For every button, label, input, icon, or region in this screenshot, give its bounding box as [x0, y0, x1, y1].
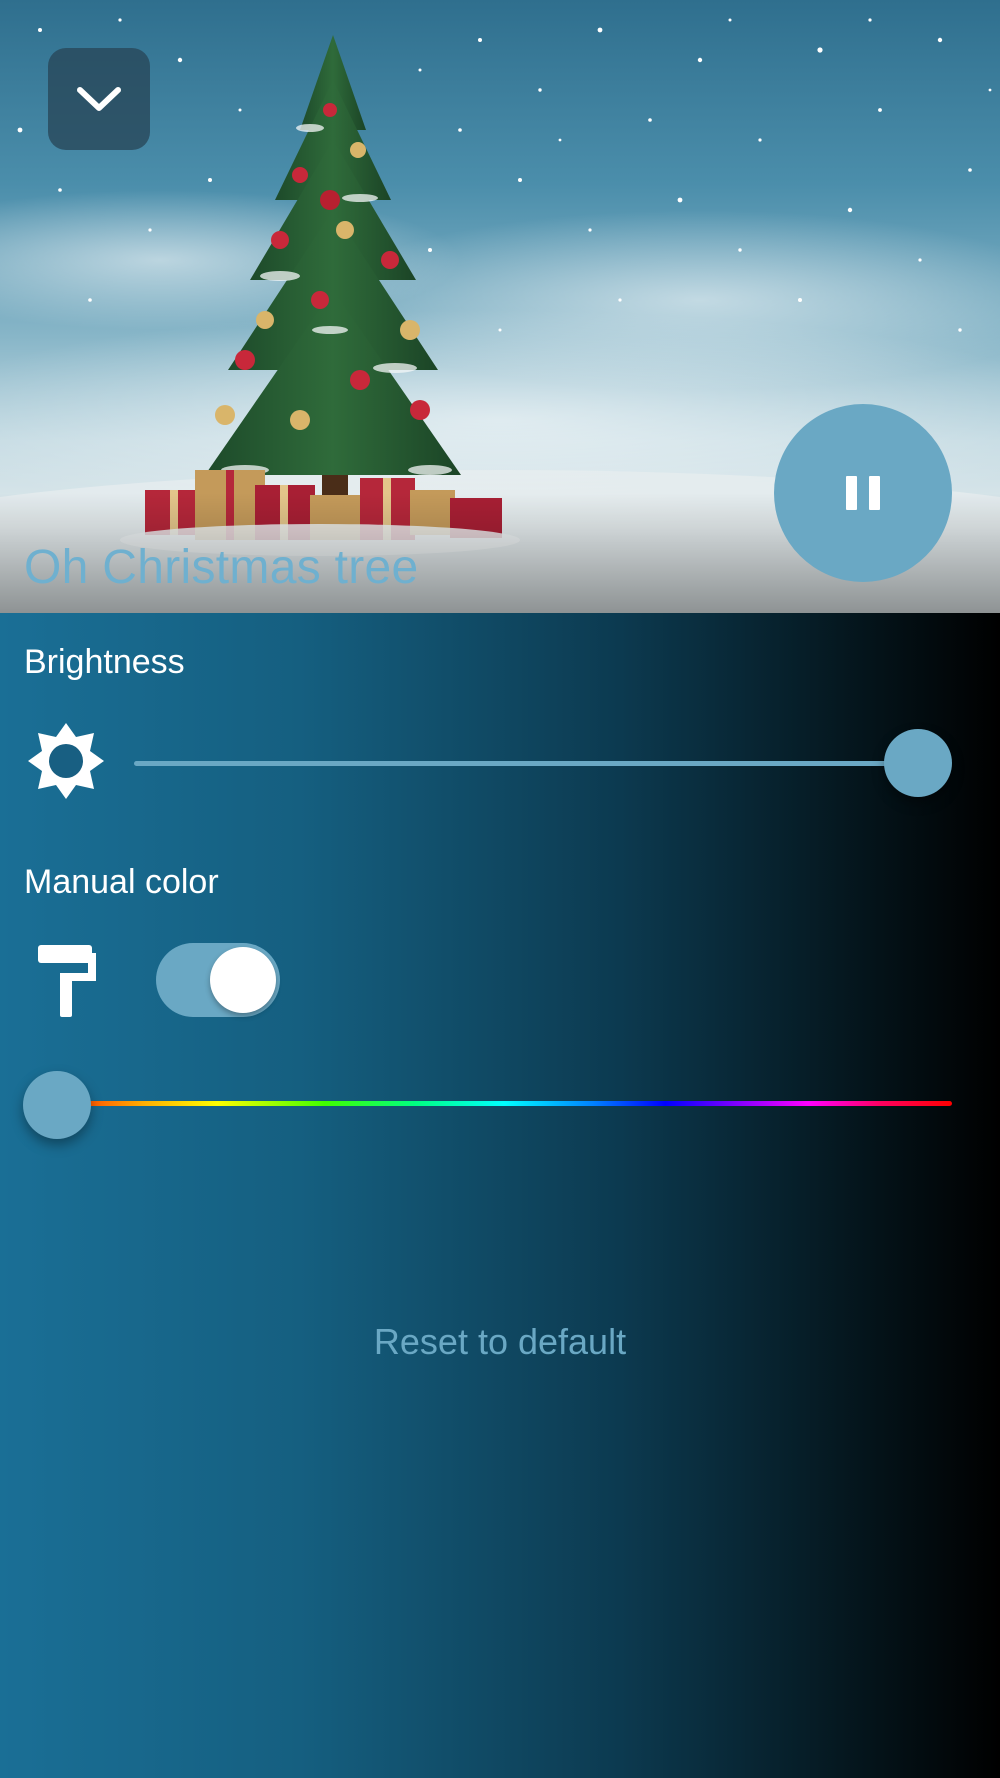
- hue-slider-thumb[interactable]: [23, 1071, 91, 1139]
- scene-settings-screen: Oh Christmas tree Brightness Manual colo…: [0, 0, 1000, 1778]
- collapse-button[interactable]: [48, 48, 150, 150]
- scene-title: Oh Christmas tree: [24, 541, 419, 594]
- paint-roller-icon: [38, 945, 96, 1017]
- scene-hero-image: Oh Christmas tree: [0, 0, 1000, 613]
- toggle-knob: [210, 947, 276, 1013]
- brightness-slider-thumb[interactable]: [884, 729, 952, 797]
- reset-to-default-button[interactable]: Reset to default: [0, 1321, 1000, 1363]
- hue-slider-track[interactable]: [56, 1101, 952, 1106]
- sun-icon: [28, 723, 104, 799]
- brightness-slider-track[interactable]: [134, 761, 920, 766]
- manual-color-label: Manual color: [24, 863, 219, 901]
- play-pause-button[interactable]: [774, 404, 952, 582]
- chevron-down-icon: [77, 87, 121, 111]
- pause-icon: [846, 476, 880, 510]
- manual-color-toggle[interactable]: [156, 943, 280, 1017]
- brightness-label: Brightness: [24, 643, 185, 681]
- controls-panel: Brightness Manual color Reset to default: [0, 613, 1000, 1778]
